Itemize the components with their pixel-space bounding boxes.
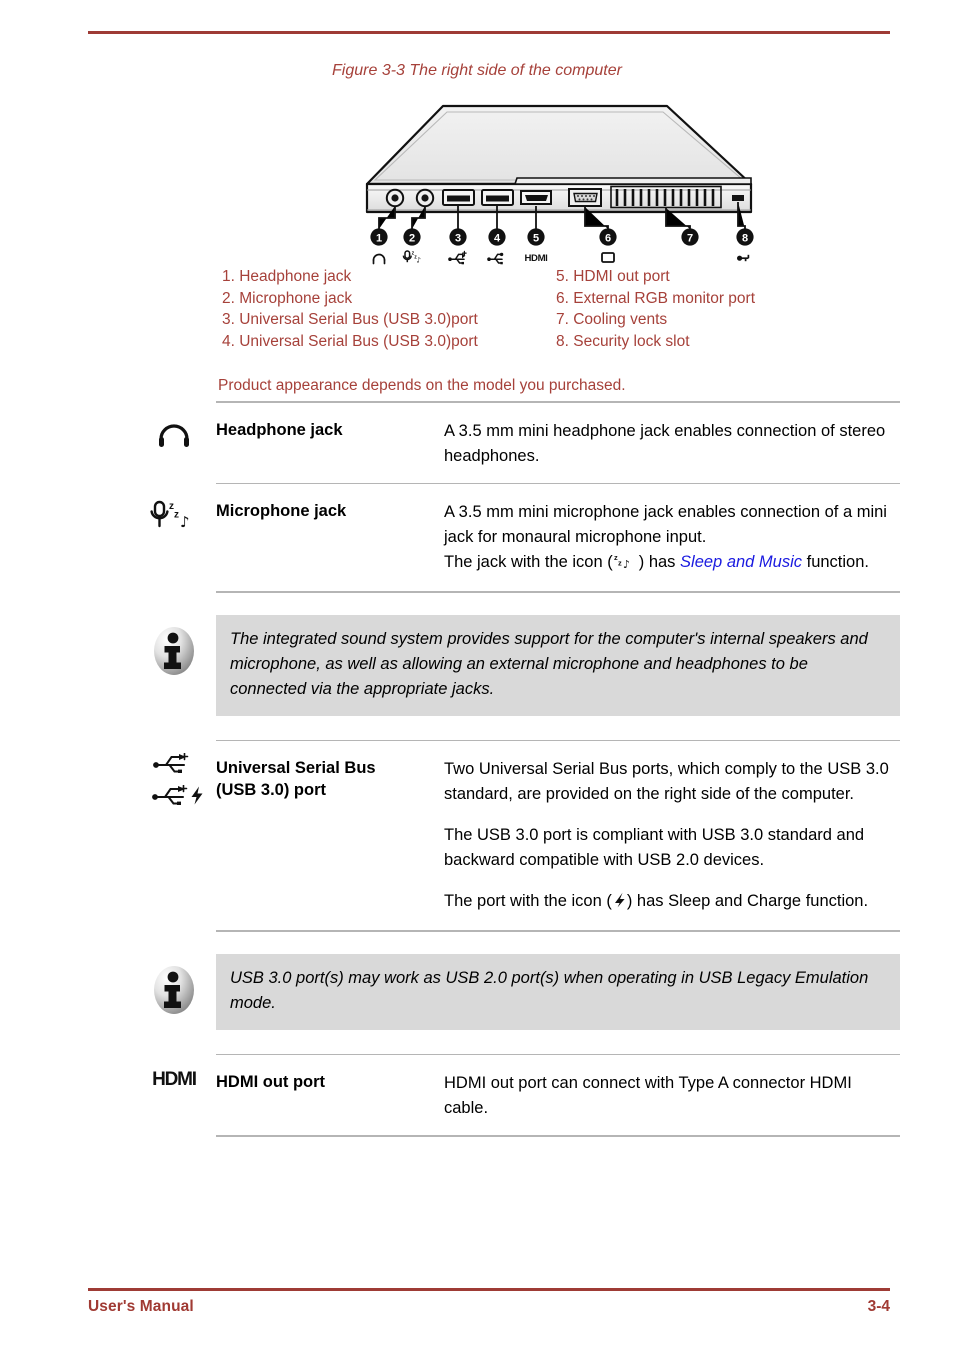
table-row-microphone-jack: z z ♪ Microphone jack A 3.5 mm mini micr… — [132, 484, 900, 591]
mic-desc-end: function. — [802, 553, 869, 571]
usb-desc-after: ) has Sleep and Charge function. — [626, 892, 869, 910]
table-rule-bottom — [216, 1135, 900, 1137]
svg-text:4: 4 — [494, 233, 501, 245]
usb-icons-group — [132, 741, 216, 810]
header-rule — [88, 31, 890, 34]
note-sound-system-text: The integrated sound system provides sup… — [216, 614, 900, 716]
legend-item-7: 7. Cooling vents — [556, 311, 668, 329]
usb-desc-paragraph-1: Two Universal Serial Bus ports, which co… — [444, 760, 889, 803]
table-row-hdmi-out-port: HDMI HDMI out port HDMI out port can con… — [132, 1055, 900, 1135]
hdmi-logo-icon: HDMI — [132, 1055, 216, 1091]
info-icon — [132, 954, 216, 1016]
hdmi-desc-paragraph: HDMI out port can connect with Type A co… — [444, 1074, 852, 1117]
sleep-and-music-link[interactable]: Sleep and Music — [680, 553, 802, 571]
svg-text:z: z — [618, 559, 622, 568]
term-headphone-jack: Headphone jack — [216, 420, 343, 439]
legend-item-5: 5. HDMI out port — [556, 268, 670, 285]
legend-column-right: 5. HDMI out port 6. External RGB monitor… — [556, 266, 896, 352]
svg-text:3: 3 — [455, 233, 461, 245]
microphone-desc-paragraph-1: A 3.5 mm mini microphone jack enables co… — [444, 503, 887, 546]
legend-item-1: 1. Headphone jack — [222, 268, 352, 285]
usb-desc-paragraph-3: The port with the icon ( ) has Sleep and … — [444, 889, 900, 916]
svg-text:7: 7 — [687, 233, 693, 245]
desc-headphone-jack: A 3.5 mm mini headphone jack enables con… — [444, 403, 900, 483]
usb-desc-paragraph-2: The USB 3.0 port is compliant with USB 3… — [444, 826, 865, 869]
figure-port-symbols: z z ♪ HDMI — [355, 246, 759, 268]
svg-text:6: 6 — [605, 233, 611, 245]
svg-text:♪: ♪ — [623, 558, 630, 569]
svg-text:♪: ♪ — [180, 513, 190, 531]
microphone-sleep-music-icon: z z ♪ — [132, 484, 216, 534]
table-row-usb-port: Universal Serial Bus (USB 3.0) port Two … — [132, 741, 900, 930]
svg-text:z: z — [174, 510, 179, 521]
legend-item-4: 4. Universal Serial Bus (USB 3.0)port — [222, 332, 478, 350]
desc-hdmi-out-port: HDMI out port can connect with Type A co… — [444, 1055, 900, 1135]
table-rule-after-usb — [216, 930, 900, 932]
laptop-right-side-figure: 1 2 3 4 5 6 7 8 — [355, 100, 759, 255]
footer-rule — [88, 1288, 890, 1291]
usb-sleep-charge-icon — [151, 784, 209, 810]
svg-text:5: 5 — [533, 233, 539, 245]
usb-desc-before: The port with the icon ( — [444, 892, 612, 910]
desc-microphone-jack: A 3.5 mm mini microphone jack enables co… — [444, 484, 900, 591]
sleep-music-inline-icon: z z ♪ — [613, 552, 639, 577]
svg-text:♪: ♪ — [416, 255, 421, 264]
legend-item-3: 3. Universal Serial Bus (USB 3.0)port — [222, 311, 478, 329]
table-row-headphone-jack: Headphone jack A 3.5 mm mini headphone j… — [132, 403, 900, 483]
footer-manual-label: User's Manual — [88, 1298, 194, 1315]
svg-text:1: 1 — [376, 233, 382, 245]
svg-text:8: 8 — [742, 233, 748, 245]
ports-definition-table: Headphone jack A 3.5 mm mini headphone j… — [132, 401, 900, 1137]
table-rule-after-microphone — [216, 591, 900, 593]
svg-text:2: 2 — [409, 233, 415, 245]
legend-item-8: 8. Security lock slot — [556, 332, 690, 350]
note-sound-system: The integrated sound system provides sup… — [132, 614, 900, 716]
note-usb-legacy-text: USB 3.0 port(s) may work as USB 2.0 port… — [216, 953, 900, 1030]
footer-page-number: 3-4 — [867, 1298, 890, 1315]
legend-item-2: 2. Microphone jack — [222, 289, 353, 307]
microphone-desc-paragraph-2: The jack with the icon (z z ♪) has Sleep a… — [444, 550, 900, 577]
figure-caption: Figure 3-3 The right side of the compute… — [332, 62, 622, 79]
figure-legend: 1. Headphone jack 2. Microphone jack 3. … — [222, 266, 922, 352]
mic-desc-after: ) has — [638, 553, 681, 571]
manual-page: Figure 3-3 The right side of the compute… — [0, 0, 954, 1345]
info-icon — [132, 615, 216, 677]
headphone-desc-paragraph: A 3.5 mm mini headphone jack enables con… — [444, 421, 886, 465]
usb-term-line-1: Universal Serial Bus — [216, 759, 376, 777]
legend-column-left: 1. Headphone jack 2. Microphone jack 3. … — [222, 266, 556, 352]
hdmi-logo-text: HDMI — [152, 1069, 197, 1090]
product-appearance-note: Product appearance depends on the model … — [218, 377, 626, 394]
term-hdmi-out-port: HDMI out port — [216, 1073, 326, 1091]
mic-desc-before: The jack with the icon ( — [444, 553, 613, 571]
svg-text:HDMI: HDMI — [525, 253, 549, 264]
sleep-charge-inline-icon — [612, 891, 627, 916]
usb-icon — [152, 752, 196, 778]
term-microphone-jack: Microphone jack — [216, 502, 347, 520]
legend-item-6: 6. External RGB monitor port — [556, 289, 755, 307]
usb-term-line-2: (USB 3.0) port — [216, 781, 327, 799]
note-usb-legacy: USB 3.0 port(s) may work as USB 2.0 port… — [132, 953, 900, 1030]
desc-usb-port: Two Universal Serial Bus ports, which co… — [444, 741, 900, 930]
headphone-icon — [132, 403, 216, 451]
term-usb-port: Universal Serial Bus (USB 3.0) port — [216, 741, 444, 801]
